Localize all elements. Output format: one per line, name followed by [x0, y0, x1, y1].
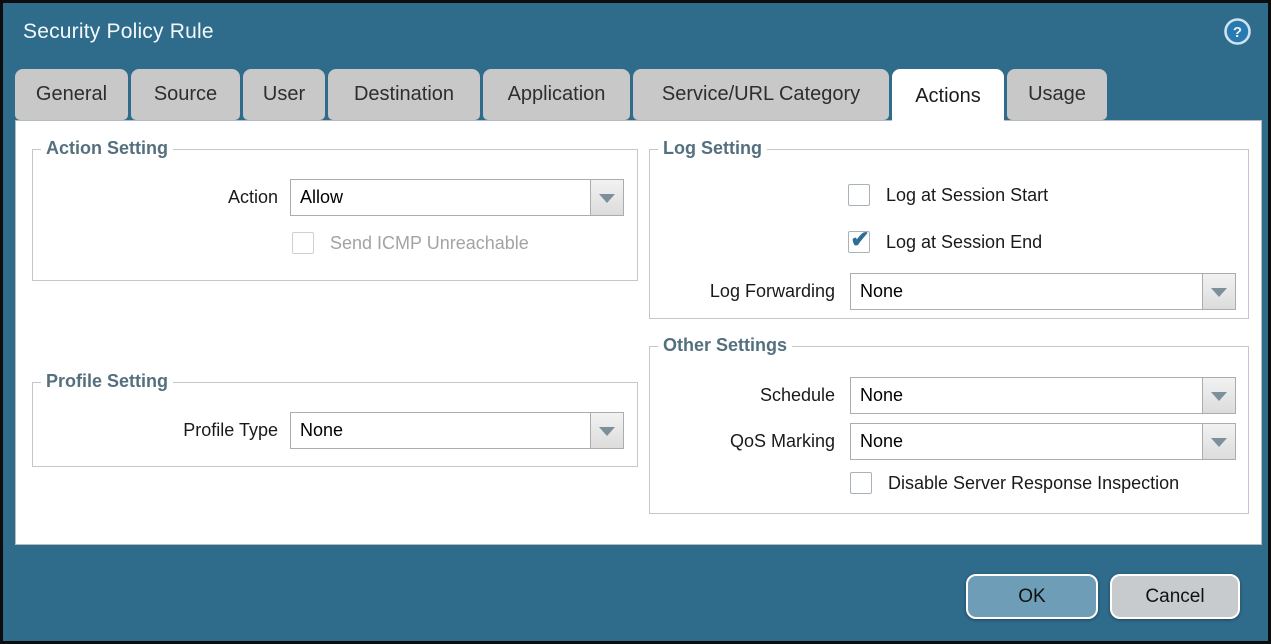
- profile-type-dropdown[interactable]: None: [290, 412, 624, 449]
- other-settings-group: Other Settings Schedule None QoS Marking…: [649, 346, 1249, 514]
- log-session-end-label: Log at Session End: [886, 232, 1042, 253]
- tab-user[interactable]: User: [243, 69, 325, 120]
- help-icon[interactable]: ?: [1224, 18, 1251, 45]
- qos-marking-dropdown[interactable]: None: [850, 423, 1236, 460]
- action-label: Action: [228, 187, 278, 208]
- tab-destination[interactable]: Destination: [328, 69, 480, 120]
- action-setting-legend: Action Setting: [41, 138, 173, 159]
- log-forwarding-dropdown[interactable]: None: [850, 273, 1236, 310]
- tab-application[interactable]: Application: [483, 69, 630, 120]
- tab-usage[interactable]: Usage: [1007, 69, 1107, 120]
- chevron-down-icon[interactable]: [1202, 423, 1236, 460]
- log-forwarding-label: Log Forwarding: [710, 281, 835, 302]
- security-policy-rule-dialog: Security Policy Rule ? General Source Us…: [0, 0, 1271, 644]
- qos-marking-dropdown-value[interactable]: None: [850, 423, 1202, 460]
- log-forwarding-dropdown-value[interactable]: None: [850, 273, 1202, 310]
- profile-type-label: Profile Type: [183, 420, 278, 441]
- schedule-dropdown[interactable]: None: [850, 377, 1236, 414]
- schedule-label: Schedule: [760, 385, 835, 406]
- tab-general[interactable]: General: [15, 69, 128, 120]
- disable-server-response-inspection-checkbox[interactable]: [850, 472, 872, 494]
- tab-source[interactable]: Source: [131, 69, 240, 120]
- chevron-down-icon[interactable]: [590, 179, 624, 216]
- other-settings-legend: Other Settings: [658, 335, 792, 356]
- chevron-down-icon[interactable]: [1202, 273, 1236, 310]
- qos-marking-label: QoS Marking: [730, 431, 835, 452]
- log-session-end-checkbox[interactable]: [848, 231, 870, 253]
- disable-server-response-inspection-checkbox-row[interactable]: Disable Server Response Inspection: [850, 472, 1179, 494]
- log-session-start-checkbox-row[interactable]: Log at Session Start: [848, 184, 1048, 206]
- action-setting-group: Action Setting Action Allow Send ICMP Un…: [32, 149, 638, 281]
- log-session-start-checkbox[interactable]: [848, 184, 870, 206]
- send-icmp-unreachable-checkbox-row: Send ICMP Unreachable: [292, 232, 529, 254]
- svg-text:?: ?: [1233, 24, 1242, 41]
- tab-bar: General Source User Destination Applicat…: [15, 69, 1107, 120]
- chevron-down-icon[interactable]: [1202, 377, 1236, 414]
- action-dropdown-value[interactable]: Allow: [290, 179, 590, 216]
- profile-type-dropdown-value[interactable]: None: [290, 412, 590, 449]
- actions-tab-panel: Action Setting Action Allow Send ICMP Un…: [15, 120, 1262, 545]
- log-setting-group: Log Setting Log at Session Start Log at …: [649, 149, 1249, 319]
- action-dropdown[interactable]: Allow: [290, 179, 624, 216]
- log-setting-legend: Log Setting: [658, 138, 767, 159]
- log-session-end-checkbox-row[interactable]: Log at Session End: [848, 231, 1042, 253]
- tab-service-url-category[interactable]: Service/URL Category: [633, 69, 889, 120]
- dialog-title: Security Policy Rule: [23, 20, 214, 44]
- send-icmp-unreachable-label: Send ICMP Unreachable: [330, 233, 529, 254]
- chevron-down-icon[interactable]: [590, 412, 624, 449]
- log-session-start-label: Log at Session Start: [886, 185, 1048, 206]
- profile-setting-group: Profile Setting Profile Type None: [32, 382, 638, 467]
- schedule-dropdown-value[interactable]: None: [850, 377, 1202, 414]
- ok-button[interactable]: OK: [966, 574, 1098, 619]
- disable-server-response-inspection-label: Disable Server Response Inspection: [888, 473, 1179, 494]
- send-icmp-unreachable-checkbox: [292, 232, 314, 254]
- tab-actions[interactable]: Actions: [892, 69, 1004, 123]
- cancel-button[interactable]: Cancel: [1110, 574, 1240, 619]
- profile-setting-legend: Profile Setting: [41, 371, 173, 392]
